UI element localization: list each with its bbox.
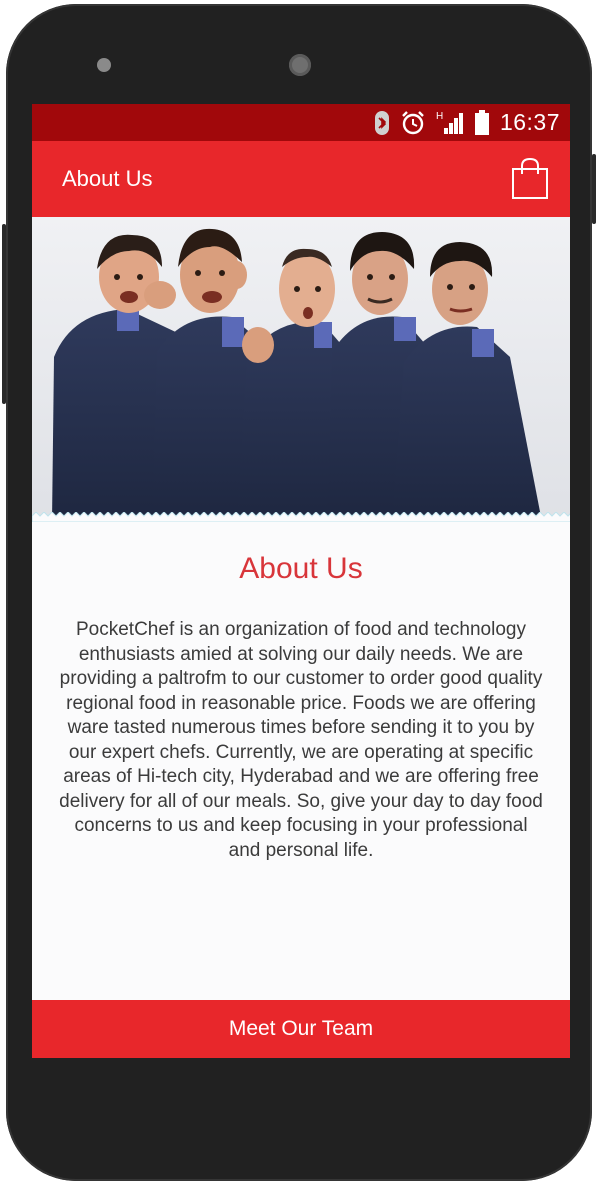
alarm-icon — [402, 110, 424, 134]
signal-icon: H — [436, 111, 463, 134]
app-bar: About Us — [32, 141, 570, 217]
content-heading: About Us — [239, 552, 363, 585]
zigzag-divider — [32, 512, 570, 522]
svg-text:H: H — [436, 111, 443, 122]
front-camera — [289, 54, 311, 76]
hero-image — [32, 217, 570, 522]
volume-button — [2, 224, 6, 404]
shopping-bag-icon — [512, 157, 548, 199]
sensor-dot — [97, 58, 111, 72]
page-title: About Us — [62, 166, 153, 191]
meet-team-button[interactable]: Meet Our Team — [32, 1000, 570, 1058]
cart-button[interactable] — [510, 157, 550, 201]
status-icons: H 16:37 — [374, 104, 560, 141]
status-bar: H 16:37 — [32, 104, 570, 141]
team-photo — [32, 217, 570, 522]
status-time: 16:37 — [499, 109, 560, 135]
power-button — [592, 154, 596, 224]
bluetooth-icon — [374, 110, 389, 135]
screen: H 16:37 About Us About Us PocketChef is … — [32, 104, 570, 1058]
about-description: PocketChef is an organization of food an… — [59, 619, 543, 861]
battery-icon — [474, 109, 489, 135]
